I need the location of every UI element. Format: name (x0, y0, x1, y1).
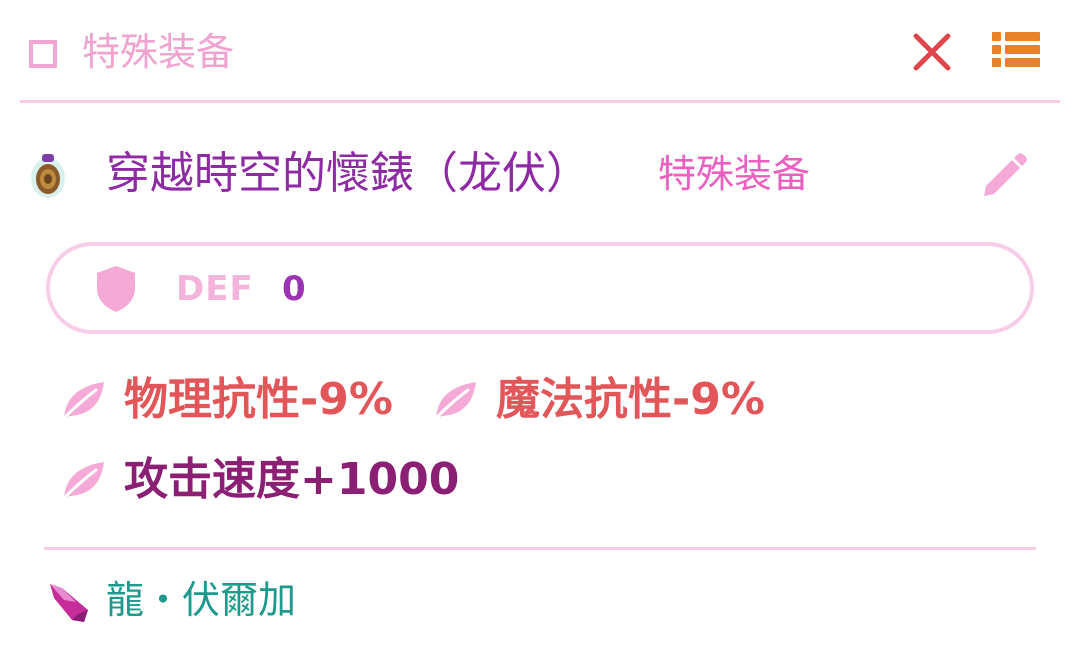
pencil-icon (984, 153, 1027, 196)
stat-physical-resistance: 物理抗性-9% (60, 372, 400, 428)
leaf-icon (62, 382, 104, 420)
shield-icon (94, 264, 138, 314)
edit-button[interactable] (980, 150, 1030, 200)
stat-magic-resistance: 魔法抗性-9% (432, 372, 772, 428)
stat-attack-speed: 攻击速度+1000 (60, 452, 460, 508)
stat-text: 魔法抗性-9% (496, 374, 765, 425)
defense-value: 0 (282, 269, 306, 309)
item-type: 特殊装备 (658, 152, 811, 196)
pocket-watch-icon (28, 150, 68, 202)
leaf-icon (62, 462, 104, 500)
panel-header: 特殊装备 (20, 0, 1060, 103)
crystal-icon (46, 580, 92, 624)
close-button[interactable] (910, 30, 954, 74)
close-icon (913, 33, 951, 71)
leaf-icon (434, 382, 476, 420)
defense-panel: DEF 0 (46, 242, 1034, 334)
defense-label: DEF (176, 269, 254, 309)
select-checkbox[interactable] (29, 40, 57, 68)
divider (44, 547, 1036, 550)
list-icon (992, 32, 1040, 67)
header-title: 特殊装备 (82, 30, 235, 74)
stat-text: 物理抗性-9% (124, 374, 393, 425)
item-name: 穿越時空的懷錶（龙伏） (106, 148, 590, 199)
author-name: 龍・伏爾加 (106, 578, 297, 622)
menu-button[interactable] (992, 30, 1040, 70)
stat-text: 攻击速度+1000 (124, 454, 460, 505)
